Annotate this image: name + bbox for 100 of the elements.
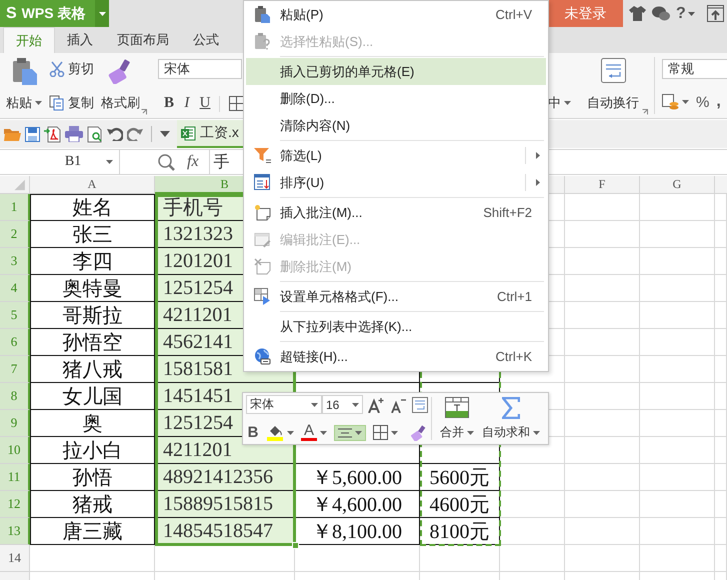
- empty-cell: [715, 545, 727, 572]
- autosum-button[interactable]: 自动求和: [478, 393, 544, 444]
- save-icon[interactable]: [25, 126, 40, 142]
- menu-item[interactable]: 筛选(L): [246, 142, 546, 169]
- brush-icon[interactable]: [411, 424, 427, 440]
- fill-color-icon[interactable]: [267, 424, 284, 441]
- grow-font-icon[interactable]: [368, 396, 385, 412]
- dropdown-icon[interactable]: [160, 131, 170, 137]
- formula-field[interactable]: 手: [210, 150, 237, 174]
- caret-icon: [688, 12, 695, 16]
- table-cell: 4600元: [420, 491, 500, 518]
- caret-icon: [106, 160, 113, 164]
- caret-icon: [682, 100, 689, 104]
- table-cell: 唐三藏: [30, 518, 155, 545]
- caret-icon: [467, 430, 474, 434]
- document-tab[interactable]: 工资.x: [177, 120, 243, 148]
- upload-icon[interactable]: [706, 5, 724, 22]
- menu-item[interactable]: 删除(D)...: [246, 85, 546, 112]
- zoom-icon[interactable]: [158, 154, 175, 170]
- cut-button[interactable]: 剪切: [49, 60, 94, 78]
- name-box[interactable]: B1: [0, 150, 120, 174]
- column-header[interactable]: G: [640, 176, 715, 194]
- empty-cell: [715, 329, 727, 356]
- ribbon-tab[interactable]: 开始: [3, 27, 55, 53]
- app-dropdown-button[interactable]: [95, 0, 109, 27]
- currency-icon: [662, 94, 679, 110]
- currency-button[interactable]: [662, 94, 689, 110]
- submenu-arrow-icon: [536, 152, 540, 159]
- table-cell: ￥5,600.00: [295, 464, 420, 491]
- menu-item[interactable]: 粘贴(P) Ctrl+V: [246, 1, 546, 28]
- empty-cell: [715, 437, 727, 464]
- merge-cells-icon: [445, 397, 469, 418]
- print-icon[interactable]: [65, 126, 83, 142]
- caret-icon: [98, 12, 106, 16]
- font-field[interactable]: 宋体: [158, 59, 242, 79]
- note-icon: [254, 258, 272, 276]
- menu-item[interactable]: 插入已剪切的单元格(E): [246, 58, 546, 85]
- fill-handle[interactable]: [292, 542, 299, 549]
- borders-icon[interactable]: [373, 425, 388, 440]
- pdf-export-icon[interactable]: [44, 126, 61, 142]
- merge-button[interactable]: 合并: [432, 393, 478, 444]
- ribbon-tab[interactable]: 页面布局: [105, 27, 181, 53]
- shortcut-text: Ctrl+V: [496, 7, 533, 22]
- empty-cell: [715, 464, 727, 491]
- sum-icon: [502, 397, 520, 419]
- wrap-text-button[interactable]: 自动换行: [575, 53, 642, 118]
- empty-cell: [715, 410, 727, 437]
- ribbon-tab[interactable]: 插入: [55, 27, 105, 53]
- italic-button[interactable]: I: [183, 95, 191, 112]
- caret-icon: [391, 430, 398, 434]
- column-header[interactable]: A: [30, 176, 155, 194]
- dialog-launcher-icon[interactable]: [141, 109, 147, 115]
- wrap-text-icon[interactable]: [412, 396, 428, 412]
- undo-icon[interactable]: [107, 127, 123, 141]
- percent-button[interactable]: %: [696, 94, 710, 110]
- help-button[interactable]: ?: [676, 4, 695, 22]
- table-cell: 48921412356: [155, 464, 295, 491]
- underline-button[interactable]: U: [200, 95, 210, 112]
- font-size-field[interactable]: 16: [322, 395, 363, 414]
- thousands-button[interactable]: ,: [716, 92, 721, 112]
- table-cell: 奥特曼: [30, 275, 155, 302]
- caret-icon: [320, 430, 327, 434]
- table-cell: 李四: [30, 248, 155, 275]
- empty-cell: [715, 356, 727, 383]
- font-field[interactable]: 宋体: [246, 395, 322, 414]
- print-preview-icon[interactable]: [87, 126, 103, 142]
- borders-icon[interactable]: [229, 96, 243, 111]
- redo-icon[interactable]: [127, 127, 143, 141]
- copy-icon: [49, 95, 65, 111]
- menu-item[interactable]: 清除内容(N): [246, 112, 546, 139]
- folder-icon[interactable]: [4, 127, 21, 141]
- paste-icon: [254, 6, 272, 24]
- table-cell: 猪八戒: [30, 356, 155, 383]
- table-cell: 哥斯拉: [30, 302, 155, 329]
- bold-button[interactable]: B: [164, 95, 174, 112]
- shortcut-text: Ctrl+1: [496, 289, 533, 304]
- number-format-field[interactable]: 常规: [662, 59, 727, 79]
- empty-cell: [715, 275, 727, 302]
- caret-icon: [310, 402, 318, 406]
- table-cell: 15889515815: [155, 491, 295, 518]
- empty-cell: [715, 302, 727, 329]
- shirt-icon[interactable]: [629, 6, 646, 21]
- ribbon-tab[interactable]: 公式: [181, 27, 231, 53]
- empty-cell: [715, 221, 727, 248]
- caret-icon: [564, 101, 571, 105]
- shrink-font-icon[interactable]: [390, 396, 407, 412]
- column-header[interactable]: F: [565, 176, 640, 194]
- empty-cell: [715, 383, 727, 410]
- copy-button[interactable]: 复制: [49, 94, 94, 112]
- paste-button[interactable]: 粘贴: [3, 53, 45, 118]
- align-center-icon: [338, 428, 352, 438]
- chat-icon[interactable]: [652, 6, 670, 21]
- function-button[interactable]: fx: [187, 153, 199, 171]
- row-header[interactable]: 14: [0, 545, 30, 572]
- font-color-button[interactable]: A: [301, 424, 317, 441]
- format-painter-button[interactable]: 格式刷: [98, 53, 143, 118]
- align-center-button[interactable]: [334, 424, 366, 440]
- table-cell: 孙悟: [30, 464, 155, 491]
- dialog-launcher-icon[interactable]: [642, 109, 648, 115]
- caret-icon: [287, 430, 294, 434]
